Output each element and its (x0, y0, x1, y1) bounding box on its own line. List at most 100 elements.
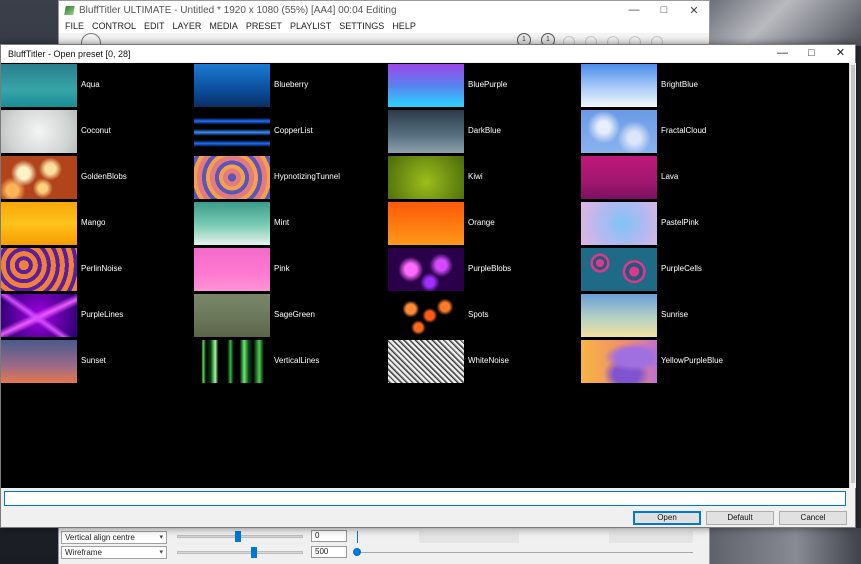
dialog-title-bar: BluffTitler - Open preset [0, 28] — □ ✕ (1, 45, 855, 62)
preset-item[interactable]: PerlinNoise (1, 247, 191, 291)
app-logo-icon (64, 5, 75, 15)
maximize-icon[interactable]: □ (649, 4, 679, 17)
maximize-icon[interactable]: □ (797, 45, 826, 62)
default-button[interactable]: Default (706, 511, 774, 525)
preset-item[interactable]: Sunset (1, 339, 191, 383)
preset-thumbnail (388, 294, 464, 337)
preset-item[interactable]: Orange (388, 201, 578, 245)
preset-item[interactable]: Lava (581, 155, 771, 199)
menu-layer[interactable]: LAYER (173, 21, 202, 31)
dialog-title: BluffTitler - Open preset [0, 28] (8, 48, 131, 59)
range-track[interactable] (357, 552, 693, 553)
open-button[interactable]: Open (633, 511, 701, 525)
preset-item[interactable]: SageGreen (194, 293, 384, 337)
vertical-scrollbar[interactable] (849, 63, 856, 488)
preset-thumbnail (1, 340, 77, 383)
preset-item[interactable]: BrightBlue (581, 63, 771, 107)
preset-item[interactable]: YellowPurpleBlue (581, 339, 771, 383)
preset-thumbnail (388, 340, 464, 383)
value-field-2[interactable]: 500 (311, 546, 347, 558)
preset-name: Sunset (81, 356, 106, 365)
preset-thumbnail (388, 248, 464, 291)
menu-playlist[interactable]: PLAYLIST (290, 21, 331, 31)
menu-help[interactable]: HELP (392, 21, 416, 31)
preset-thumbnail (194, 110, 270, 153)
preset-item[interactable]: PurpleCells (581, 247, 771, 291)
preset-name: Aqua (81, 80, 100, 89)
preset-name: VerticalLines (274, 356, 320, 365)
preset-name: Lava (661, 172, 679, 181)
preset-item[interactable]: Coconut (1, 109, 191, 153)
minimize-icon[interactable]: — (768, 45, 797, 62)
vertical-align-select[interactable]: Vertical align centre ▾ (61, 531, 167, 544)
slider-track[interactable] (177, 551, 303, 554)
render-mode-select[interactable]: Wireframe ▾ (61, 546, 167, 559)
preset-item[interactable]: Aqua (1, 63, 191, 107)
value-field-1[interactable]: 0 (311, 530, 347, 542)
preset-item[interactable]: BluePurple (388, 63, 578, 107)
preset-item[interactable]: FractalCloud (581, 109, 771, 153)
minimize-icon[interactable]: — (619, 4, 649, 17)
preset-thumbnail (388, 156, 464, 199)
close-icon[interactable]: ✕ (826, 45, 855, 62)
desktop-background-top-right (710, 0, 861, 46)
preset-item[interactable]: GoldenBlobs (1, 155, 191, 199)
preset-filter-input[interactable] (4, 491, 846, 506)
preset-name: PerlinNoise (81, 264, 122, 273)
preset-name: FractalCloud (661, 126, 707, 135)
preset-thumbnail (1, 248, 77, 291)
menu-preset[interactable]: PRESET (246, 21, 282, 31)
preset-thumbnail (194, 248, 270, 291)
preset-item[interactable]: Mango (1, 201, 191, 245)
preset-item[interactable]: Mint (194, 201, 384, 245)
preset-item[interactable]: PurpleBlobs (388, 247, 578, 291)
preset-thumbnail (581, 248, 657, 291)
slider-thumb[interactable] (251, 547, 257, 558)
preset-item[interactable]: Pink (194, 247, 384, 291)
preset-thumbnail (194, 202, 270, 245)
menu-media[interactable]: MEDIA (209, 21, 238, 31)
preset-thumbnail (194, 64, 270, 107)
cancel-button[interactable]: Cancel (779, 511, 847, 525)
menu-settings[interactable]: SETTINGS (339, 21, 384, 31)
menu-bar: FILE CONTROL EDIT LAYER MEDIA PRESET PLA… (59, 19, 709, 33)
preset-name: HypnotizingTunnel (274, 172, 340, 181)
preset-name: YellowPurpleBlue (661, 356, 723, 365)
preset-item[interactable]: HypnotizingTunnel (194, 155, 384, 199)
vertical-align-value: Vertical align centre (65, 533, 135, 542)
menu-file[interactable]: FILE (65, 21, 84, 31)
preset-item[interactable]: PastelPink (581, 201, 771, 245)
preset-thumbnail (581, 340, 657, 383)
menu-control[interactable]: CONTROL (92, 21, 136, 31)
preset-name: Sunrise (661, 310, 689, 319)
preset-item[interactable]: Spots (388, 293, 578, 337)
preset-item[interactable]: WhiteNoise (388, 339, 578, 383)
preset-item[interactable]: PurpleLines (1, 293, 191, 337)
preset-item[interactable]: VerticalLines (194, 339, 384, 383)
preset-thumbnail (581, 156, 657, 199)
preset-name: GoldenBlobs (81, 172, 127, 181)
preset-item[interactable]: Sunrise (581, 293, 771, 337)
desktop-background-bottom-right (700, 528, 861, 564)
menu-edit[interactable]: EDIT (144, 21, 165, 31)
preset-item[interactable]: CopperList (194, 109, 384, 153)
preset-item[interactable]: Kiwi (388, 155, 578, 199)
panel-block (609, 531, 693, 543)
chevron-down-icon: ▾ (159, 534, 163, 541)
preset-name: BrightBlue (661, 80, 698, 89)
main-title-bar: BluffTitler ULTIMATE - Untitled * 1920 x… (59, 1, 709, 19)
render-mode-value: Wireframe (65, 548, 102, 557)
preset-item[interactable]: DarkBlue (388, 109, 578, 153)
range-thumb[interactable] (353, 548, 361, 556)
slider-thumb[interactable] (235, 531, 241, 542)
preset-name: PurpleBlobs (468, 264, 512, 273)
properties-panel: Vertical align centre ▾ Wireframe ▾ 0 500 (59, 529, 709, 564)
preset-item[interactable]: Blueberry (194, 63, 384, 107)
preset-name: Mango (81, 218, 106, 227)
close-icon[interactable]: ✕ (679, 4, 709, 17)
preset-name: BluePurple (468, 80, 508, 89)
scrollbar-thumb[interactable] (851, 65, 855, 483)
main-window-title: BluffTitler ULTIMATE - Untitled * 1920 x… (79, 4, 397, 16)
preset-name: SageGreen (274, 310, 315, 319)
preset-thumbnail (1, 110, 77, 153)
